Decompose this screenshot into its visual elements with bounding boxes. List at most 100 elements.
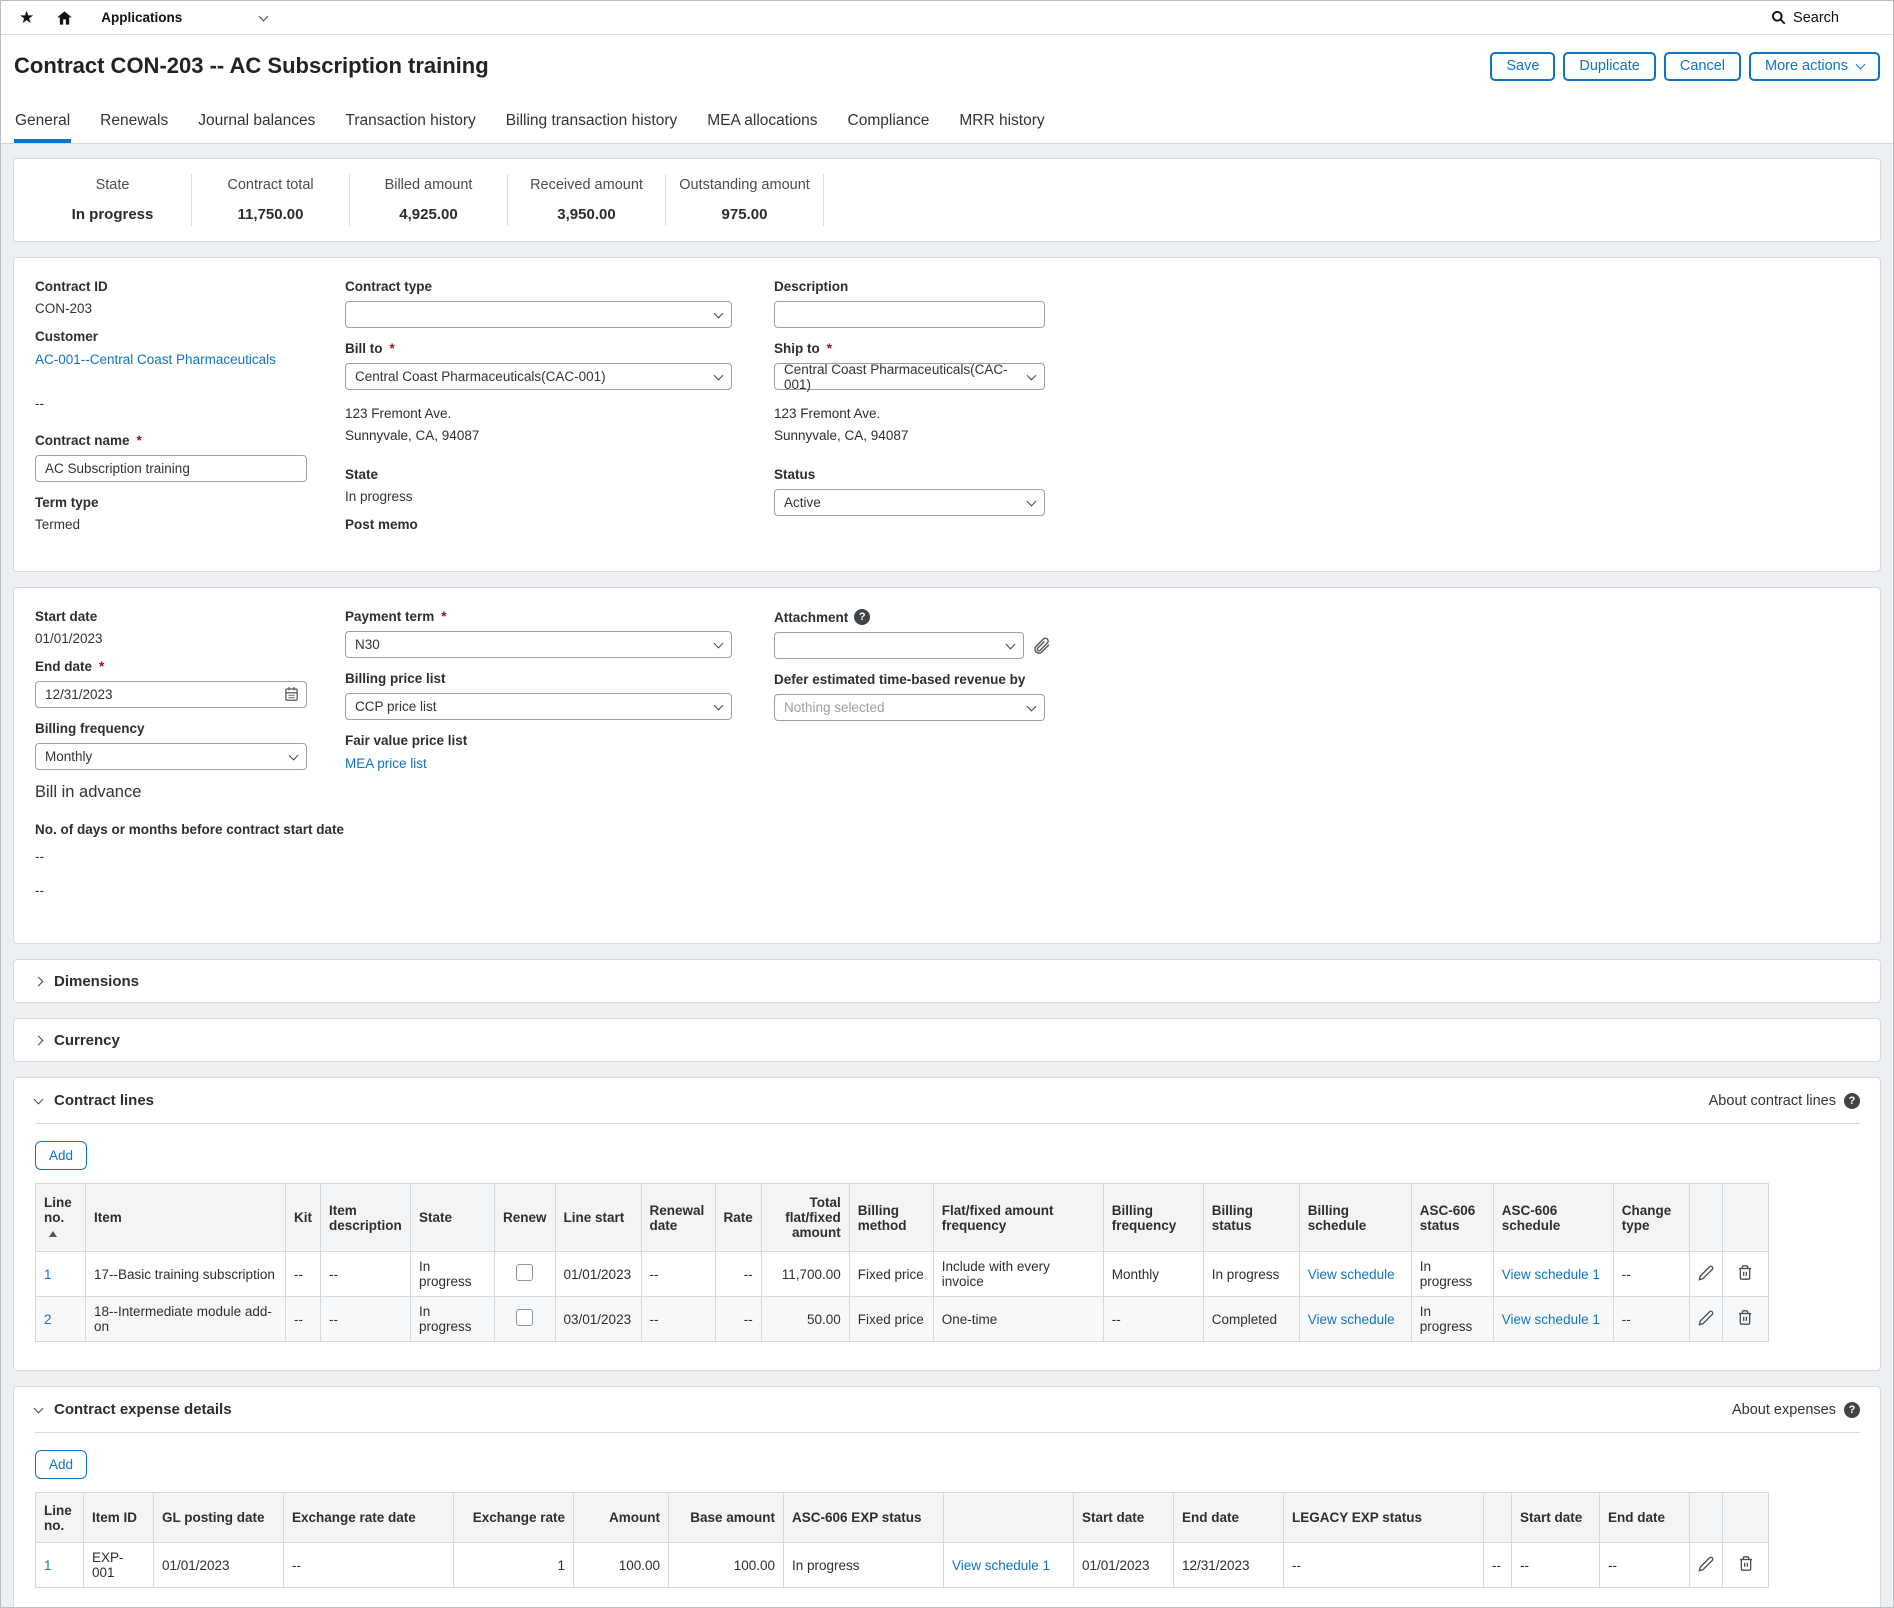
save-button[interactable]: Save [1490,52,1555,81]
contract-type-field: Contract type [345,279,774,328]
add-contract-line-button[interactable]: Add [35,1141,87,1170]
contract-name-input[interactable] [35,455,307,482]
ship-to-select[interactable]: Central Coast Pharmaceuticals(CAC-001) [774,363,1045,390]
billing-frequency-select[interactable]: Monthly [35,743,307,770]
days-before-label: No. of days or months before contract st… [35,822,345,837]
edit-icon[interactable] [1698,1265,1714,1281]
help-icon[interactable]: ? [1844,1402,1860,1418]
paperclip-icon[interactable] [1032,636,1051,655]
delete-icon[interactable] [1737,1264,1753,1281]
col-total-flat-fixed[interactable]: Total flat/fixed amount [761,1184,849,1252]
col-kit[interactable]: Kit [286,1184,321,1252]
view-asc606-schedule-link[interactable]: View schedule 1 [1502,1267,1600,1282]
col-state[interactable]: State [411,1184,495,1252]
cell-item: 18--Intermediate module add-on [86,1297,286,1342]
cancel-button[interactable]: Cancel [1664,52,1741,81]
section-dimensions-toggle[interactable]: Dimensions [13,959,1881,1003]
tab-renewals[interactable]: Renewals [99,97,169,143]
col-legacy-start-date[interactable]: Start date [1512,1493,1600,1543]
tab-mrr-history[interactable]: MRR history [958,97,1045,143]
attachment-label: Attachment [774,610,848,625]
dimensions-section-label: Dimensions [54,973,139,990]
attachment-select[interactable] [774,632,1024,659]
global-search[interactable]: Search [1771,10,1839,26]
cell-item-description: -- [321,1252,411,1297]
col-asc606-status[interactable]: ASC-606 status [1411,1184,1493,1252]
defer-revenue-select[interactable]: Nothing selected [774,694,1045,721]
col-gl-posting-date[interactable]: GL posting date [154,1493,284,1543]
view-billing-schedule-link[interactable]: View schedule [1308,1312,1395,1327]
more-actions-button[interactable]: More actions [1749,52,1880,81]
stat-label: Outstanding amount [672,177,817,193]
line-number-link[interactable]: 1 [44,1267,52,1282]
help-icon[interactable]: ? [1844,1093,1860,1109]
tab-transaction-history[interactable]: Transaction history [344,97,476,143]
col-asc606-exp-status[interactable]: ASC-606 EXP status [784,1493,944,1543]
col-item-id[interactable]: Item ID [84,1493,154,1543]
col-item[interactable]: Item [86,1184,286,1252]
line-number-link[interactable]: 1 [44,1558,52,1573]
section-currency-toggle[interactable]: Currency [13,1018,1881,1062]
duplicate-button[interactable]: Duplicate [1563,52,1655,81]
col-renewal-date[interactable]: Renewal date [641,1184,715,1252]
col-line-start[interactable]: Line start [555,1184,641,1252]
contract-lines-toggle[interactable]: Contract lines [35,1092,154,1109]
line-number-link[interactable]: 2 [44,1312,52,1327]
renew-checkbox[interactable] [516,1309,533,1326]
col-legacy-end-date[interactable]: End date [1600,1493,1690,1543]
col-billing-schedule[interactable]: Billing schedule [1299,1184,1411,1252]
help-icon[interactable]: ? [854,609,870,625]
col-billing-frequency[interactable]: Billing frequency [1103,1184,1203,1252]
col-asc606-schedule[interactable]: ASC-606 schedule [1493,1184,1613,1252]
chevron-down-icon [714,308,724,318]
customer-link[interactable]: AC-001--Central Coast Pharmaceuticals [35,352,276,367]
add-expense-button[interactable]: Add [35,1450,87,1479]
status-label: Status [774,467,1860,482]
description-input[interactable] [774,301,1045,328]
tab-journal-balances[interactable]: Journal balances [197,97,316,143]
cell-renewal-date: -- [641,1252,715,1297]
col-renew[interactable]: Renew [495,1184,556,1252]
col-start-date[interactable]: Start date [1074,1493,1174,1543]
calendar-icon[interactable] [284,686,299,702]
col-base-amount[interactable]: Base amount [669,1493,784,1543]
tab-general[interactable]: General [14,97,71,143]
col-rate[interactable]: Rate [715,1184,761,1252]
status-select[interactable]: Active [774,489,1045,516]
col-flat-fixed-frequency[interactable]: Flat/fixed amount frequency [933,1184,1103,1252]
billing-price-list-select[interactable]: CCP price list [345,693,732,720]
col-billing-status[interactable]: Billing status [1203,1184,1299,1252]
end-date-input[interactable] [35,681,307,708]
col-billing-method[interactable]: Billing method [849,1184,933,1252]
delete-icon[interactable] [1737,1309,1753,1326]
view-asc606-schedule-link[interactable]: View schedule 1 [1502,1312,1600,1327]
view-billing-schedule-link[interactable]: View schedule [1308,1267,1395,1282]
col-change-type[interactable]: Change type [1613,1184,1689,1252]
col-end-date[interactable]: End date [1174,1493,1284,1543]
view-exp-schedule-link[interactable]: View schedule 1 [952,1558,1050,1573]
col-item-description[interactable]: Item description [321,1184,411,1252]
applications-menu[interactable]: Applications [101,10,267,25]
col-amount[interactable]: Amount [574,1493,669,1543]
delete-icon[interactable] [1738,1555,1754,1572]
col-line-no[interactable]: Line no. [36,1493,84,1543]
renew-checkbox[interactable] [516,1264,533,1281]
edit-icon[interactable] [1698,1310,1714,1326]
tab-compliance[interactable]: Compliance [847,97,931,143]
favorite-star-icon[interactable]: ★ [19,9,34,26]
customer-field: Customer AC-001--Central Coast Pharmaceu… [35,329,345,369]
col-legacy-exp-status[interactable]: LEGACY EXP status [1284,1493,1484,1543]
home-icon[interactable] [56,10,73,26]
tab-billing-transaction-history[interactable]: Billing transaction history [505,97,678,143]
contract-lines-header: Contract lines About contract lines ? [35,1078,1860,1124]
cell-flat-fixed-frequency: One-time [933,1297,1103,1342]
payment-term-select[interactable]: N30 [345,631,732,658]
col-exchange-rate-date[interactable]: Exchange rate date [284,1493,454,1543]
bill-to-select[interactable]: Central Coast Pharmaceuticals(CAC-001) [345,363,732,390]
tab-mea-allocations[interactable]: MEA allocations [706,97,818,143]
mea-price-list-link[interactable]: MEA price list [345,756,427,771]
col-exchange-rate[interactable]: Exchange rate [454,1493,574,1543]
contract-type-select[interactable] [345,301,732,328]
contract-expenses-toggle[interactable]: Contract expense details [35,1401,232,1418]
edit-icon[interactable] [1698,1556,1714,1572]
